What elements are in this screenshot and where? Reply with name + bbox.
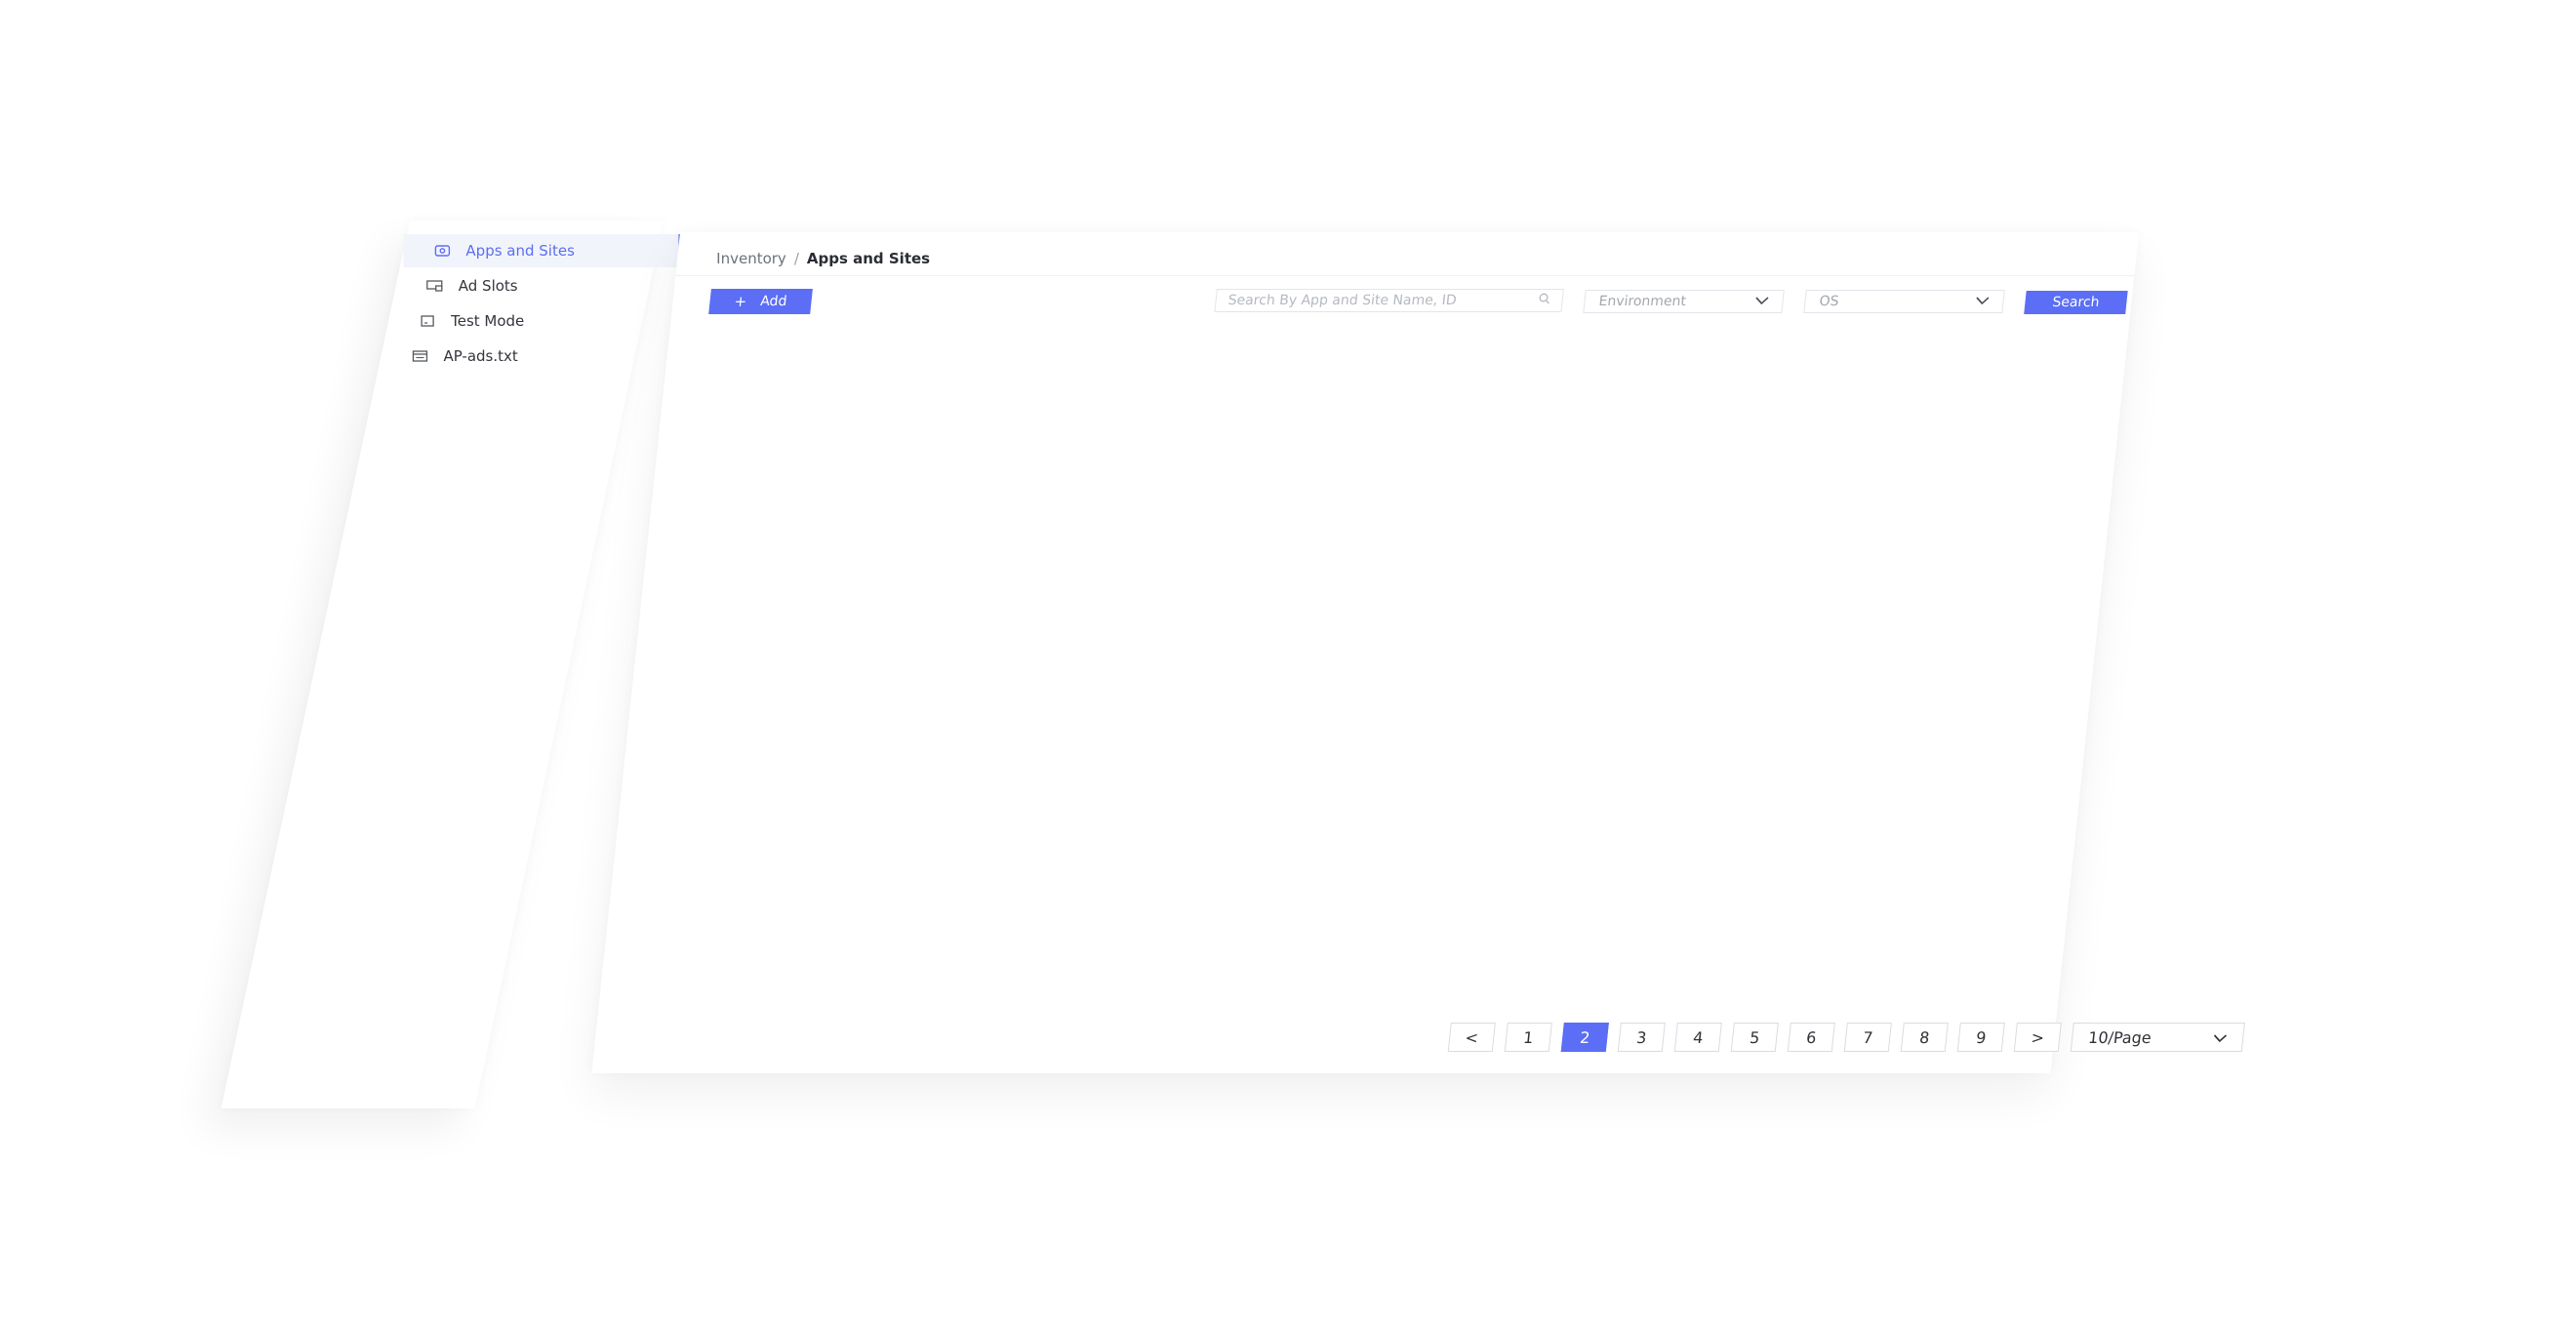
page-button-6[interactable]: 6 [1787, 1023, 1835, 1052]
sidebar-item-label: Apps and Sites [465, 242, 575, 260]
chevron-down-icon [2212, 1028, 2228, 1047]
os-select-value: OS [1818, 294, 1840, 309]
os-select[interactable]: OS [1803, 290, 2005, 313]
sidebar-item-label: AP-ads.txt [443, 347, 518, 365]
search-icon [1538, 293, 1551, 308]
page-button-8[interactable]: 8 [1900, 1023, 1949, 1052]
page-button-5[interactable]: 5 [1730, 1023, 1779, 1052]
page-button-9[interactable]: 9 [1956, 1023, 2005, 1052]
main-panel: Inventory / Apps and Sites + Add Search … [591, 232, 2245, 1073]
sidebar-menu: Apps and Sites Ad Slots Test Mode AP-ads… [221, 221, 682, 1108]
add-button-label: Add [759, 294, 788, 309]
page-button-4[interactable]: 4 [1673, 1023, 1722, 1052]
search-placeholder: Search By App and Site Name, ID [1227, 293, 1458, 308]
sidebar-item-label: Test Mode [451, 312, 525, 330]
breadcrumb-current: Apps and Sites [806, 250, 931, 267]
test-mode-icon [418, 314, 437, 328]
search-input[interactable]: Search By App and Site Name, ID [1214, 289, 1564, 312]
page-button-2[interactable]: 2 [1560, 1023, 1609, 1052]
environment-select[interactable]: Environment [1583, 290, 1785, 313]
sidebar-item-label: Ad Slots [458, 277, 518, 295]
prev-page-button[interactable]: < [1447, 1023, 1496, 1052]
sidebar-item-ap-ads-txt[interactable]: AP-ads.txt [381, 340, 656, 373]
stage: Apps and Sites Ad Slots Test Mode AP-ads… [0, 0, 2576, 1327]
header-divider [675, 275, 2135, 276]
add-button[interactable]: + Add [708, 289, 813, 314]
chevron-down-icon [1754, 294, 1770, 309]
ads-txt-icon [410, 349, 429, 363]
sidebar: Apps and Sites Ad Slots Test Mode AP-ads… [221, 221, 682, 1108]
sidebar-item-apps-and-sites[interactable]: Apps and Sites [403, 234, 682, 267]
breadcrumb-separator: / [793, 250, 799, 267]
pagination: < 1 2 3 4 5 6 7 8 9 > 10/Page [1447, 1023, 2245, 1052]
environment-select-value: Environment [1597, 294, 1687, 309]
toolbar: + Add Search By App and Site Name, ID En… [671, 287, 2133, 316]
sidebar-item-ad-slots[interactable]: Ad Slots [396, 269, 671, 302]
ad-slot-icon [425, 279, 445, 293]
page-button-3[interactable]: 3 [1617, 1023, 1666, 1052]
sidebar-item-test-mode[interactable]: Test Mode [388, 304, 664, 338]
plus-icon: + [733, 293, 748, 310]
breadcrumb-inventory[interactable]: Inventory [716, 250, 786, 267]
next-page-button[interactable]: > [2013, 1023, 2062, 1052]
page-button-7[interactable]: 7 [1843, 1023, 1892, 1052]
chevron-down-icon [1975, 294, 1991, 309]
page-size-value: 10/Page [2087, 1027, 2153, 1047]
search-button[interactable]: Search [2024, 291, 2128, 314]
page-size-select[interactable]: 10/Page [2070, 1023, 2245, 1052]
page-button-1[interactable]: 1 [1504, 1023, 1552, 1052]
apps-icon [432, 244, 452, 258]
breadcrumb: Inventory / Apps and Sites [716, 244, 930, 273]
main-content: Inventory / Apps and Sites + Add Search … [591, 232, 2245, 1073]
